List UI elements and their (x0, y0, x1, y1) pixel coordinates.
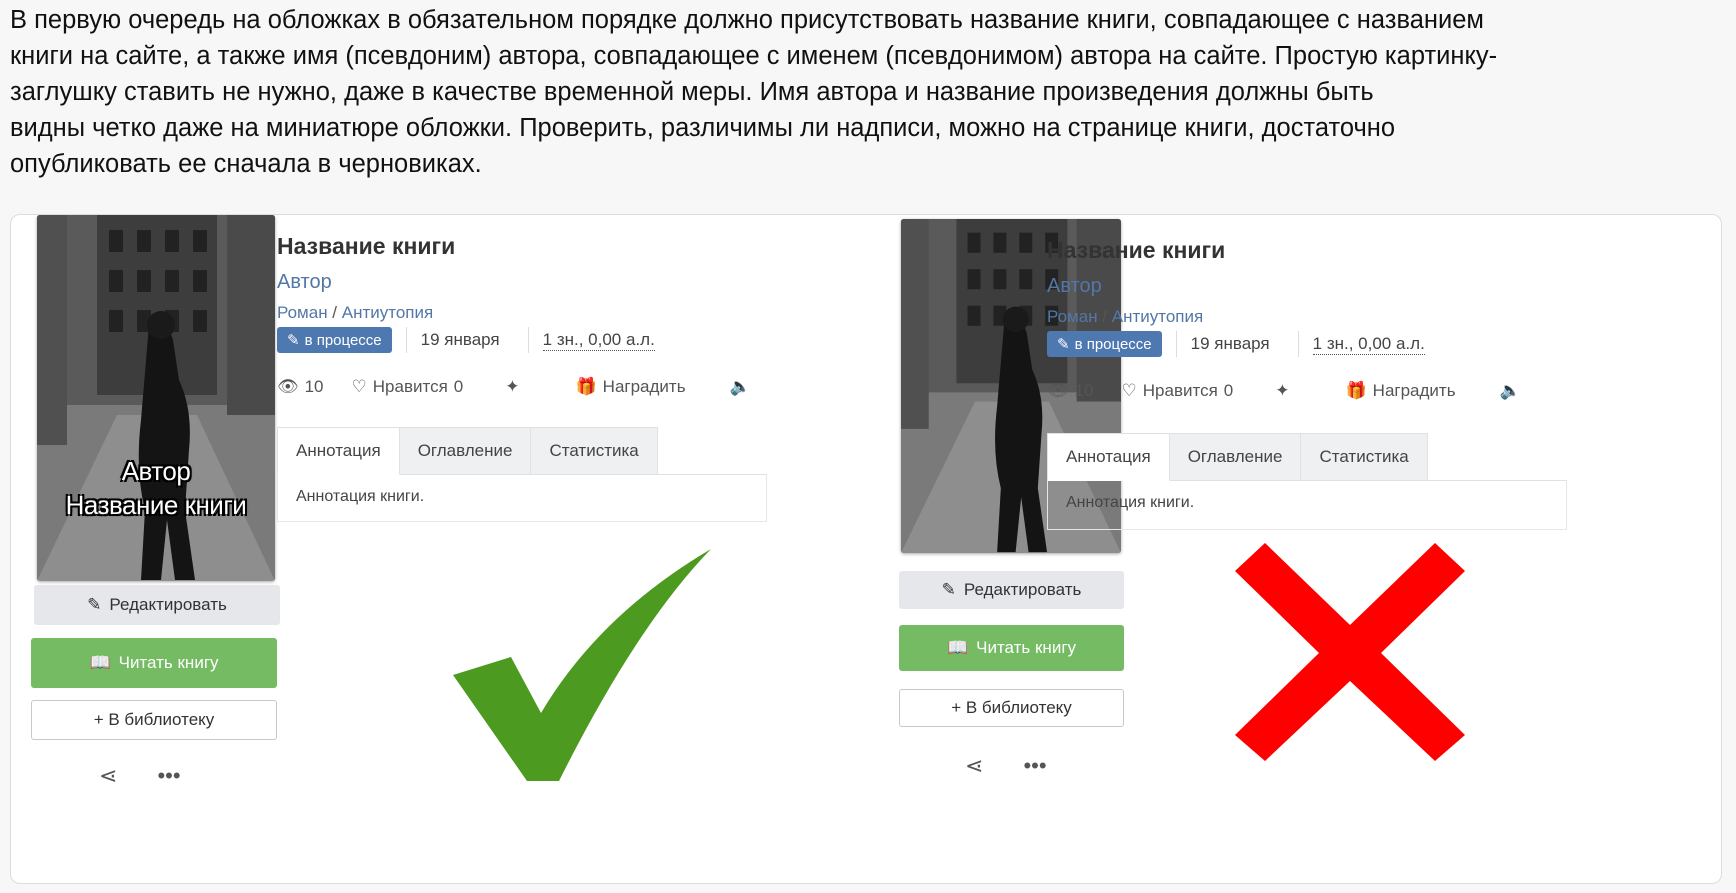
tab-annotation[interactable]: Аннотация (277, 427, 400, 475)
status-badge: ✎ в процессе (277, 327, 392, 353)
genre-separator: / (1097, 307, 1112, 326)
book-title: Название книги (1047, 237, 1226, 263)
book-stats-row: 👁 10 ♡ Нравится 0 ✦ 🎁 Наградить 🔈 (277, 377, 751, 397)
pencil-icon: ✎ (1057, 336, 1070, 353)
intro-text: В первую очередь на обложках в обязатель… (10, 2, 1710, 182)
book-author-link[interactable]: Автор (1047, 275, 1102, 298)
book-stats-row: 👁 10 ♡ Нравится 0 ✦ 🎁 Наградить 🔈 (1047, 381, 1521, 401)
heart-icon: ♡ (1121, 381, 1137, 400)
genre-link[interactable]: Антиутопия (1112, 307, 1203, 326)
edit-button-label: Редактировать (963, 580, 1082, 599)
cover-title-text: Название книги (65, 490, 247, 520)
status-badge-label: в процессе (304, 331, 382, 349)
tab-statistics[interactable]: Статистика (530, 427, 658, 474)
book-size-value: 1 зн., 0,00 а.л. (542, 329, 655, 351)
read-book-button[interactable]: 📖 Читать книгу (899, 625, 1124, 671)
publish-date: 19 января (1175, 331, 1284, 357)
book-size: 1 зн., 0,00 а.л. (1297, 331, 1439, 357)
book-author-link[interactable]: Автор (277, 271, 332, 294)
sparkle-icon[interactable]: ✦ (1275, 381, 1289, 401)
eye-icon: 👁 (1047, 381, 1069, 400)
add-to-library-button[interactable]: + В библиотеку (899, 689, 1124, 727)
award-button[interactable]: 🎁 Наградить (576, 377, 686, 397)
genre-link[interactable]: Антиутопия (342, 303, 433, 322)
book-cover-with-text[interactable]: Автор Название книги (37, 215, 275, 581)
views-counter: 👁 10 (277, 377, 324, 397)
award-button[interactable]: 🎁 Наградить (1346, 381, 1456, 401)
book-icon: 📖 (89, 653, 111, 672)
eye-icon: 👁 (277, 377, 299, 396)
intro-line: книги на сайте, а также имя (псевдоним) … (10, 42, 1498, 70)
more-icon[interactable]: ••• (157, 763, 180, 789)
cross-mark-icon (1235, 543, 1465, 761)
intro-line: В первую очередь на обложках в обязатель… (10, 6, 1484, 34)
annotation-text: Аннотация книги. (277, 474, 767, 522)
like-count: 0 (453, 377, 464, 396)
intro-line: опубликовать ее сначала в черновиках. (10, 150, 482, 178)
genre-link[interactable]: Роман (1047, 307, 1098, 326)
share-row: ⋖ ••• (965, 753, 1047, 779)
heart-icon: ♡ (351, 377, 367, 396)
tab-annotation[interactable]: Аннотация (1047, 433, 1170, 481)
share-row: ⋖ ••• (99, 763, 181, 789)
sparkle-icon[interactable]: ✦ (505, 377, 519, 397)
check-mark-icon (453, 549, 711, 781)
like-button[interactable]: ♡ Нравится 0 (1122, 381, 1234, 401)
views-count: 10 (1074, 381, 1094, 400)
tab-contents[interactable]: Оглавление (398, 427, 532, 474)
pencil-icon: ✎ (287, 332, 300, 349)
like-count: 0 (1223, 381, 1234, 400)
publish-date: 19 января (405, 327, 514, 353)
tab-contents[interactable]: Оглавление (1168, 433, 1302, 480)
add-to-library-button-label: + В библиотеку (951, 698, 1072, 717)
award-label: Наградить (1372, 381, 1456, 400)
edit-button[interactable]: ✎ Редактировать (34, 585, 280, 625)
genre-separator: / (327, 303, 342, 322)
tab-statistics[interactable]: Статистика (1300, 433, 1428, 480)
cover-photo (37, 215, 275, 581)
share-icon[interactable]: ⋖ (99, 763, 117, 789)
views-count: 10 (304, 377, 324, 396)
cover-author-text: Автор (121, 456, 191, 486)
bad-example-panel: ✎ Редактировать 📖 Читать книгу + В библи… (863, 215, 1721, 883)
book-size: 1 зн., 0,00 а.л. (527, 327, 669, 353)
intro-line: видны четко даже на миниатюре обложки. П… (10, 114, 1396, 142)
like-label: Нравится (1142, 381, 1218, 400)
like-button[interactable]: ♡ Нравится 0 (352, 377, 464, 397)
book-genres: Роман / Антиутопия (1047, 307, 1203, 327)
edit-button[interactable]: ✎ Редактировать (899, 571, 1124, 609)
book-size-value: 1 зн., 0,00 а.л. (1312, 333, 1425, 355)
gift-icon: 🎁 (575, 377, 597, 396)
book-tabs: Аннотация Оглавление Статистика (277, 427, 767, 475)
book-genres: Роман / Антиутопия (277, 303, 433, 323)
read-book-button-label: Читать книгу (118, 653, 219, 672)
read-book-button[interactable]: 📖 Читать книгу (31, 638, 277, 688)
book-meta-row: ✎ в процессе 19 января 1 зн., 0,00 а.л. (277, 327, 669, 353)
speaker-icon[interactable]: 🔈 (730, 377, 751, 397)
views-counter: 👁 10 (1047, 381, 1094, 401)
share-icon[interactable]: ⋖ (965, 753, 983, 779)
good-example-panel: Автор Название книги ✎ Редактировать 📖 Ч… (11, 215, 861, 883)
book-title: Название книги (277, 233, 456, 259)
like-label: Нравится (372, 377, 448, 396)
genre-link[interactable]: Роман (277, 303, 328, 322)
status-badge: ✎ в процессе (1047, 331, 1162, 357)
gift-icon: 🎁 (1345, 381, 1367, 400)
intro-line: заглушку ставить не нужно, даже в качест… (10, 78, 1374, 106)
pencil-icon: ✎ (87, 595, 102, 614)
status-badge-label: в процессе (1074, 335, 1152, 353)
add-to-library-button-label: + В библиотеку (93, 710, 215, 729)
read-book-button-label: Читать книгу (976, 638, 1077, 657)
annotation-text: Аннотация книги. (1047, 480, 1567, 530)
book-meta-row: ✎ в процессе 19 января 1 зн., 0,00 а.л. (1047, 331, 1439, 357)
speaker-icon[interactable]: 🔈 (1500, 381, 1521, 401)
book-icon: 📖 (946, 638, 969, 657)
more-icon[interactable]: ••• (1023, 753, 1046, 779)
example-figure: Автор Название книги ✎ Редактировать 📖 Ч… (10, 214, 1722, 884)
book-tabs: Аннотация Оглавление Статистика (1047, 433, 1567, 481)
pencil-icon: ✎ (941, 580, 956, 599)
edit-button-label: Редактировать (109, 595, 227, 614)
award-label: Наградить (602, 377, 686, 396)
add-to-library-button[interactable]: + В библиотеку (31, 700, 277, 740)
